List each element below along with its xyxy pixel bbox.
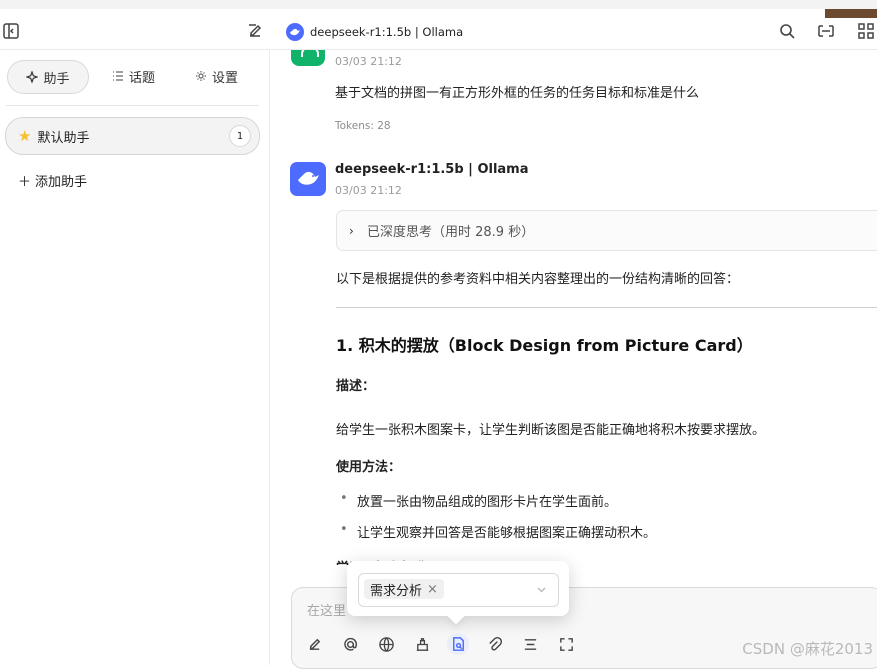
description-text: 给学生一张积木图案卡，让学生判断该图是否能正确地将积木按要求摆放。 [336, 423, 766, 438]
grid-icon[interactable] [855, 20, 877, 42]
selected-knowledge-chip[interactable]: 需求分析 × [364, 579, 444, 599]
knowledge-base-popup: 需求分析 × [347, 561, 569, 616]
layout-icon[interactable] [815, 20, 837, 42]
bot-avatar-icon [290, 162, 326, 196]
tab-assistant[interactable]: 助手 [7, 60, 89, 94]
sidebar-divider [6, 105, 259, 106]
sidebar: 助手 话题 设置 ★ 默认助手 1 ＋ 添加助手 [0, 50, 270, 665]
attachment-icon[interactable] [483, 633, 505, 655]
message-input-placeholder: 在这里 [307, 604, 347, 619]
model-title: deepseek-r1:1.5b | Ollama [286, 21, 463, 43]
plus-icon: ＋ [18, 175, 32, 190]
thinking-label: 已深度思考（用时 28.9 秒） [367, 225, 535, 240]
description-label: 描述： [336, 379, 376, 394]
add-assistant-label: 添加助手 [35, 175, 88, 190]
assistant-item-default[interactable]: ★ 默认助手 1 [5, 117, 260, 155]
user-message-time: 03/03 21:12 [335, 55, 402, 68]
selected-knowledge-label: 需求分析 [370, 583, 423, 599]
expand-icon[interactable] [555, 633, 577, 655]
knowledge-base-select[interactable]: 需求分析 × [358, 573, 559, 607]
user-message: 基于文档的拼图一有正方形外框的任务的任务目标和标准是什么 [335, 86, 700, 101]
section-heading: 1. 积木的摆放（Block Design from Picture Card） [336, 336, 753, 355]
edit-icon[interactable] [244, 20, 266, 42]
add-assistant-button[interactable]: ＋ 添加助手 [18, 171, 87, 190]
thinking-toggle[interactable]: › 已深度思考（用时 28.9 秒） [336, 210, 877, 251]
answer-divider [336, 307, 877, 308]
method-label: 使用方法： [336, 460, 402, 475]
globe-icon[interactable] [375, 633, 397, 655]
close-icon[interactable]: × [427, 582, 438, 597]
tab-settings-label: 设置 [212, 70, 239, 86]
watermark: CSDN @麻花2013 [742, 640, 873, 658]
model-title-text: deepseek-r1:1.5b | Ollama [310, 25, 464, 39]
background-photo [825, 9, 877, 18]
list-item: 让学生观察并回答是否能够根据图案正确摆动积木。 [340, 522, 657, 541]
star-icon: ★ [18, 127, 32, 145]
sidebar-tabs: 助手 话题 设置 [6, 60, 260, 96]
chevron-right-icon: › [349, 223, 354, 238]
list-item: 放置一张由物品组成的图形卡片在学生面前。 [340, 491, 618, 510]
chevron-down-icon[interactable] [535, 583, 548, 596]
tab-topics-label: 话题 [129, 70, 156, 86]
mention-icon[interactable] [339, 633, 361, 655]
assistant-count-badge: 1 [229, 125, 251, 147]
tab-assistant-label: 助手 [43, 71, 70, 87]
tab-topics[interactable]: 话题 [112, 60, 155, 92]
token-count: Tokens: 28 [335, 120, 391, 132]
user-avatar-icon [291, 50, 325, 66]
assistant-name: 默认助手 [37, 130, 90, 146]
knowledge-icon[interactable] [447, 633, 469, 655]
tab-settings[interactable]: 设置 [195, 60, 238, 92]
list-item-text: 放置一张由物品组成的图形卡片在学生面前。 [357, 495, 618, 510]
bot-name: deepseek-r1:1.5b | Ollama [335, 162, 529, 177]
bot-message-time: 03/03 21:12 [335, 184, 402, 197]
answer-intro: 以下是根据提供的参考资料中相关内容整理出的一份结构清晰的回答： [336, 272, 740, 287]
search-icon[interactable] [776, 20, 798, 42]
top-bar: deepseek-r1:1.5b | Ollama [0, 0, 877, 50]
sidebar-toggle-icon[interactable] [0, 20, 22, 42]
list-item-text: 让学生观察并回答是否能够根据图案正确摆动积木。 [357, 526, 657, 541]
deepseek-logo-icon [286, 23, 304, 41]
tools-icon[interactable] [411, 633, 433, 655]
edit-icon[interactable] [303, 633, 325, 655]
layout-icon[interactable] [519, 633, 541, 655]
